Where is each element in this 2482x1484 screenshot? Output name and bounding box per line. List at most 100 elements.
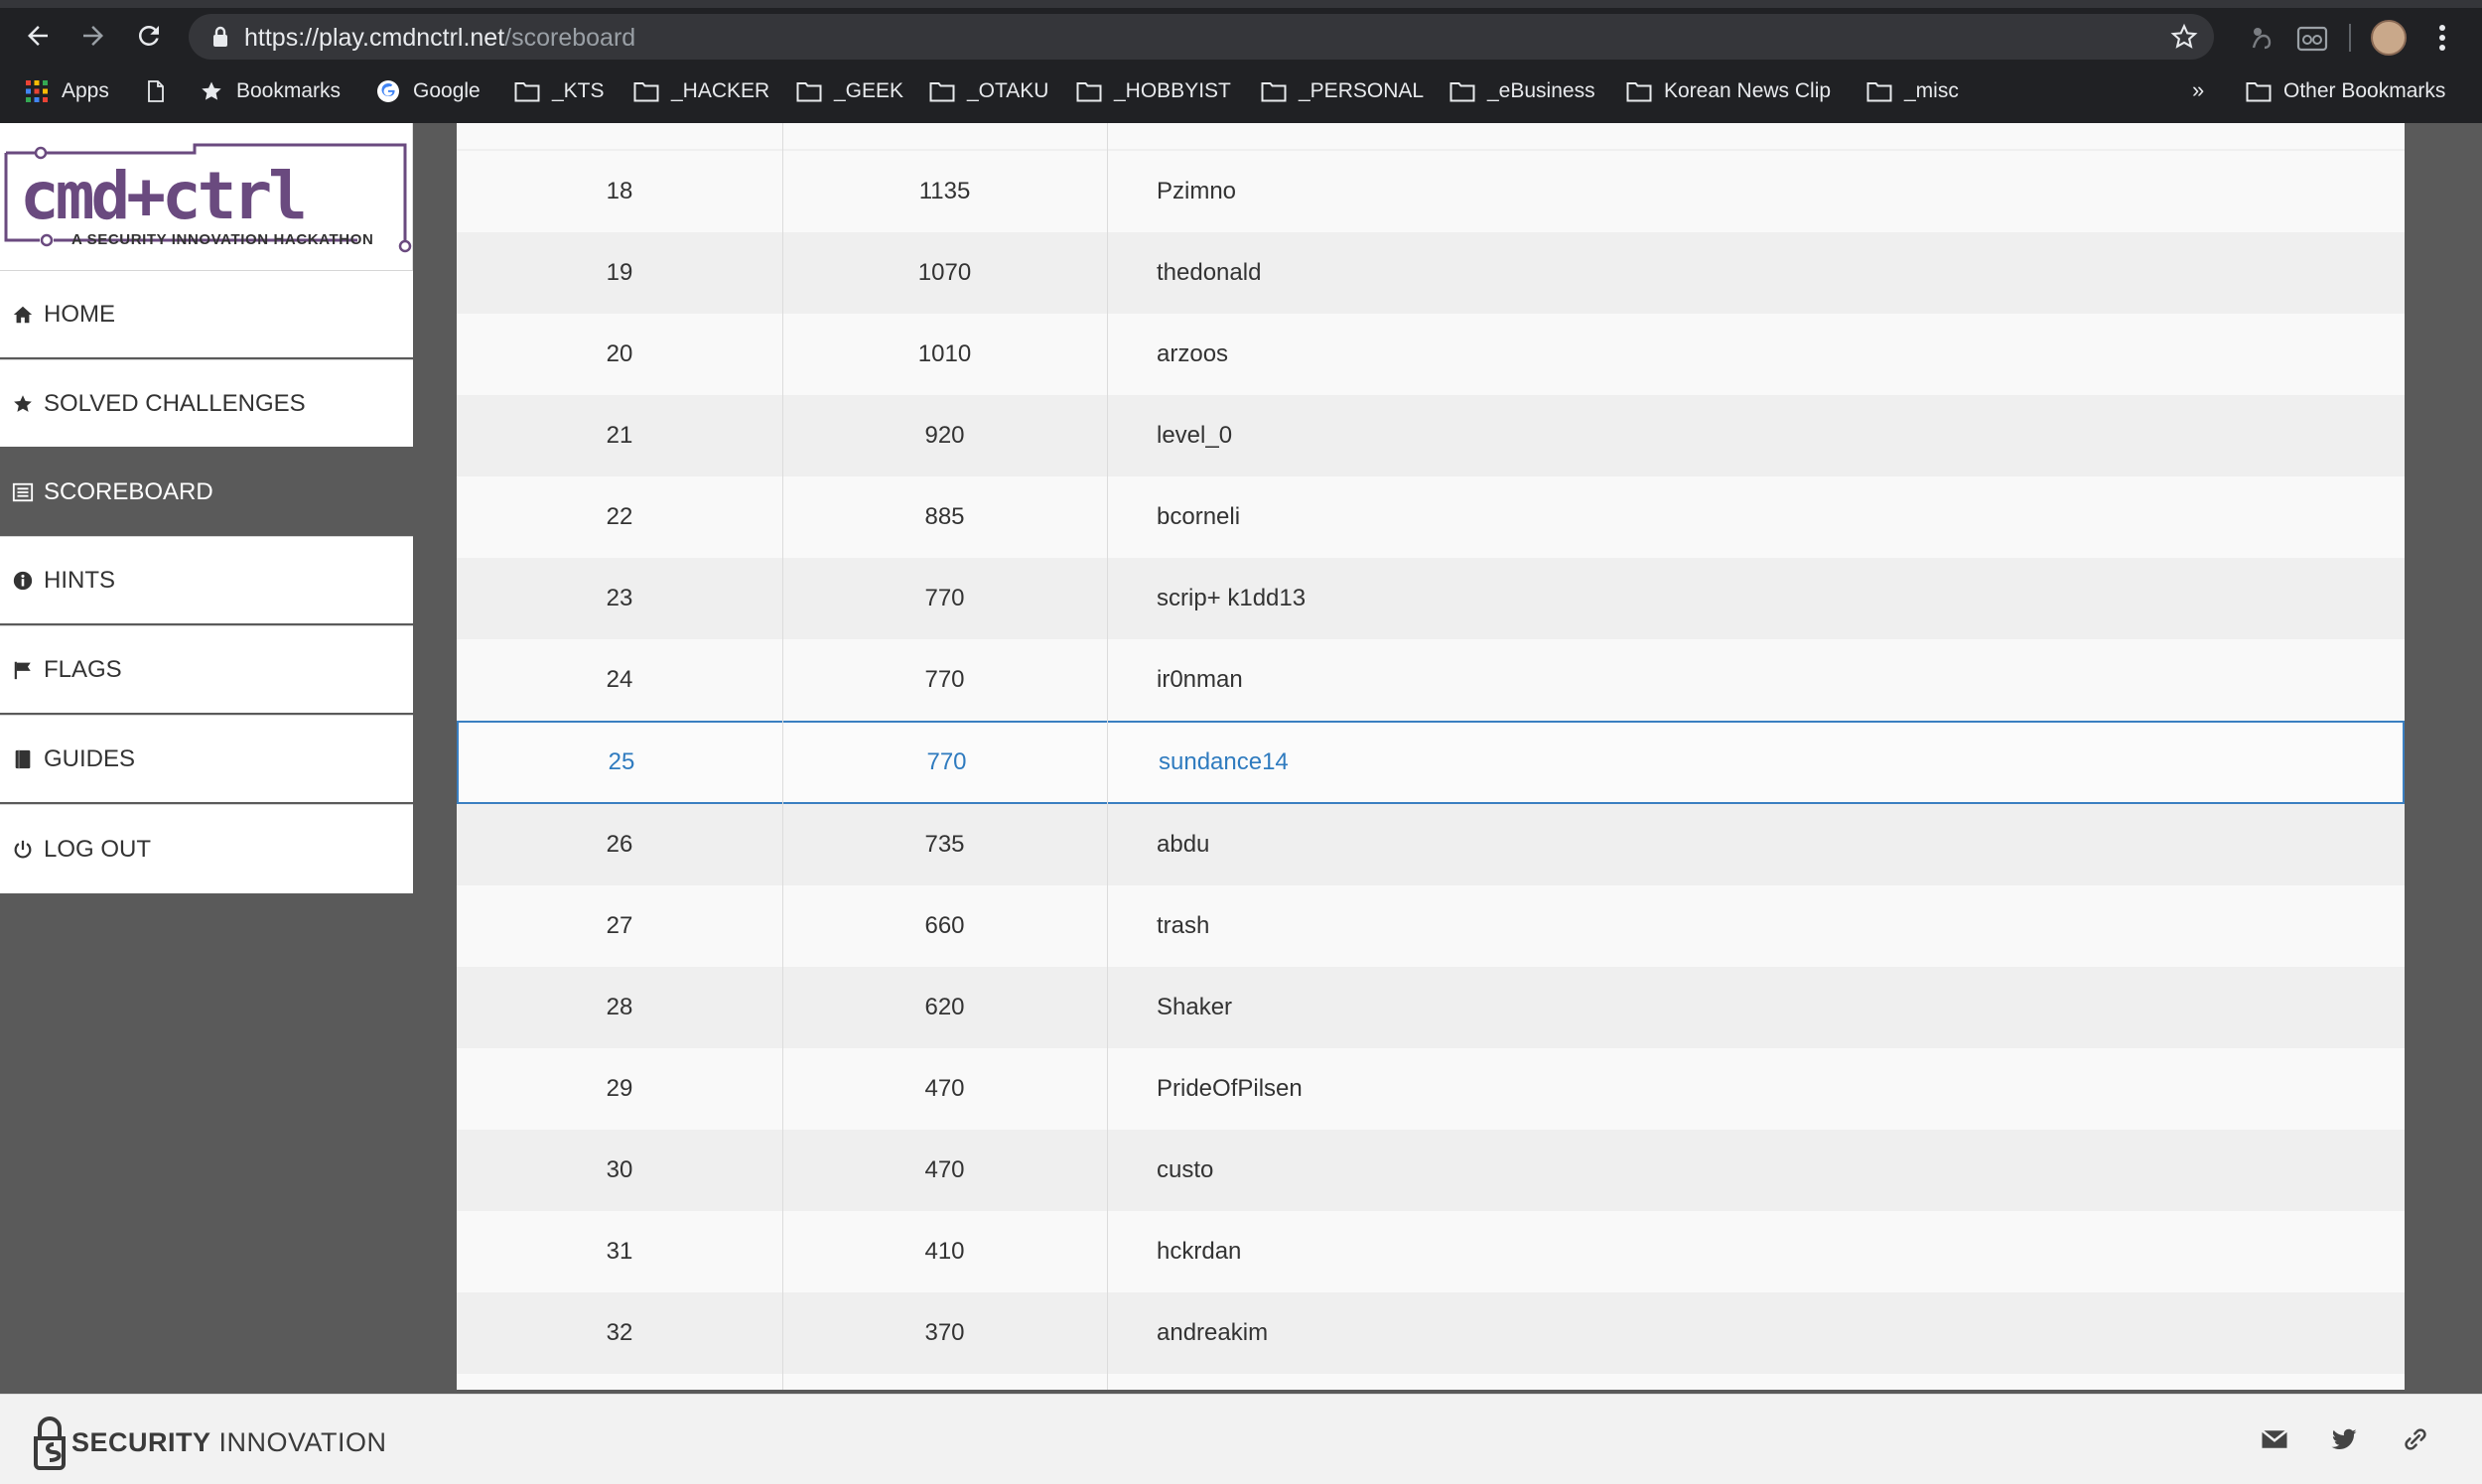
rank-cell: 30 — [606, 1156, 633, 1183]
score-cell: 660 — [924, 912, 965, 939]
bookmark-label: _misc — [1904, 79, 1959, 102]
rank-cell: 28 — [606, 994, 633, 1020]
bookmark-label: _OTAKU — [967, 79, 1049, 102]
table-row[interactable]: 31 410 hckrdan — [457, 1211, 2405, 1292]
bookmark-folder-otaku[interactable]: _OTAKU — [929, 73, 1048, 109]
table-row-current-user[interactable]: 25 770 sundance14 — [457, 721, 2405, 804]
table-row[interactable]: 19 1070 thedonald — [457, 232, 2405, 314]
bookmark-folder-personal[interactable]: _PERSONAL — [1261, 73, 1424, 109]
sidebar-item-guides[interactable]: GUIDES — [0, 715, 413, 802]
bookmark-label: _PERSONAL — [1299, 79, 1425, 102]
rank-cell: 21 — [606, 422, 633, 449]
home-icon — [13, 306, 33, 323]
address-bar[interactable]: https://play.cmdnctrl.net/scoreboard — [189, 14, 2214, 60]
sidebar-item-label: LOG OUT — [44, 835, 152, 863]
profile-avatar[interactable] — [2371, 20, 2407, 56]
bookmark-folder-korean-news-clip[interactable]: Korean News Clip — [1626, 73, 1831, 109]
table-row[interactable]: 28 620 Shaker — [457, 967, 2405, 1048]
table-row[interactable]: 24 770 ir0nman — [457, 639, 2405, 721]
sidebar-item-solved-challenges[interactable]: SOLVED CHALLENGES — [0, 359, 413, 447]
flag-icon — [14, 661, 31, 679]
twitter-icon[interactable] — [2329, 1424, 2359, 1454]
sidebar-item-hints[interactable]: HINTS — [0, 536, 413, 623]
bookmark-folder-hacker[interactable]: _HACKER — [633, 73, 769, 109]
sidebar-item-home[interactable]: HOME — [0, 270, 413, 357]
info-icon — [13, 571, 33, 590]
bookmark-folder-hobbyist[interactable]: _HOBBYIST — [1076, 73, 1231, 109]
table-row[interactable]: 32 370 andreakim — [457, 1292, 2405, 1374]
table-row[interactable]: 29 470 PrideOfPilsen — [457, 1048, 2405, 1130]
score-cell: 920 — [924, 422, 965, 449]
reload-button[interactable] — [129, 16, 169, 56]
extension-icon[interactable] — [2246, 22, 2279, 56]
player-name-cell: level_0 — [1157, 422, 1233, 449]
bookmark-label: _HOBBYIST — [1114, 79, 1231, 102]
score-cell: 370 — [924, 1319, 965, 1346]
score-cell: 410 — [924, 1238, 965, 1265]
sidebar-item-scoreboard[interactable]: SCOREBOARD — [0, 449, 413, 536]
mail-icon[interactable] — [2260, 1424, 2289, 1454]
score-cell: 470 — [924, 1156, 965, 1183]
folder-icon — [1261, 82, 1287, 102]
bookmark-folder-ebusiness[interactable]: _eBusiness — [1449, 73, 1595, 109]
link-icon[interactable] — [2401, 1424, 2430, 1454]
logo-tagline: A SECURITY INNOVATION HACKATHON — [71, 231, 373, 248]
bookmark-label: _HACKER — [671, 79, 770, 102]
bookmark-folder-geek[interactable]: _GEEK — [796, 73, 903, 109]
reload-icon — [138, 25, 159, 46]
rank-cell: 20 — [606, 340, 633, 367]
bookmark-google[interactable]: Google — [375, 73, 481, 109]
player-name-cell: Shaker — [1157, 994, 1233, 1020]
table-row[interactable]: 30 470 custo — [457, 1130, 2405, 1211]
sidebar-item-flags[interactable]: FLAGS — [0, 625, 413, 713]
back-button[interactable] — [18, 16, 58, 56]
table-row[interactable]: 22 885 bcorneli — [457, 476, 2405, 558]
folder-icon — [1626, 82, 1652, 102]
forward-button[interactable] — [73, 16, 113, 56]
table-row-partial — [457, 1374, 2405, 1390]
sidebar-item-log-out[interactable]: LOG OUT — [0, 804, 413, 893]
folder-icon — [929, 82, 955, 102]
bookmark-label: Bookmarks — [236, 79, 342, 102]
rank-cell: 27 — [606, 912, 633, 939]
player-name-cell: custo — [1157, 1156, 1214, 1183]
player-name-cell: scrip+ k1dd13 — [1157, 585, 1307, 611]
score-cell: 885 — [924, 503, 965, 530]
bookmark-folder-kts[interactable]: _KTS — [514, 73, 605, 109]
cmd-ctrl-logo: cmd+ctrl A SECURITY INNOVATION HACKATHON — [4, 143, 412, 253]
logo[interactable]: cmd+ctrl A SECURITY INNOVATION HACKATHON — [0, 123, 413, 270]
table-row[interactable]: 20 1010 arzoos — [457, 314, 2405, 395]
table-row-partial — [457, 123, 2405, 149]
page-content: cmd+ctrl A SECURITY INNOVATION HACKATHON… — [0, 123, 2482, 1394]
url-text: https://play.cmdnctrl.net/scoreboard — [244, 24, 635, 53]
rank-cell: 31 — [606, 1238, 633, 1265]
book-icon — [15, 749, 31, 768]
bookmark-folder-misc[interactable]: _misc — [1866, 73, 1959, 109]
column-divider — [1107, 123, 1108, 1390]
toolbar-divider — [2349, 24, 2351, 52]
other-bookmarks[interactable]: Other Bookmarks — [2246, 73, 2445, 109]
bookmark-label: Google — [413, 79, 481, 102]
logo-wordmark: cmd+ctrl — [20, 158, 304, 234]
reader-extension-icon[interactable] — [2295, 22, 2329, 56]
bookmarks-overflow-button[interactable]: » — [2192, 77, 2204, 103]
score-cell: 770 — [924, 585, 965, 611]
table-row[interactable]: 27 660 trash — [457, 885, 2405, 967]
bookmark-page[interactable] — [143, 73, 181, 109]
rank-cell: 26 — [606, 831, 633, 858]
bookmark-star-icon[interactable] — [2170, 23, 2198, 51]
table-row[interactable]: 23 770 scrip+ k1dd13 — [457, 558, 2405, 639]
table-row[interactable]: 26 735 abdu — [457, 804, 2405, 885]
security-innovation-logo[interactable]: SECURITY INNOVATION — [28, 1415, 387, 1470]
bookmark-bookmarks[interactable]: Bookmarks — [199, 73, 341, 109]
sidebar-item-label: GUIDES — [44, 744, 136, 772]
sidebar-item-label: SCOREBOARD — [44, 478, 213, 505]
arrow-left-icon — [28, 26, 48, 46]
table-row[interactable]: 18 1135 Pzimno — [457, 151, 2405, 232]
star-icon — [14, 394, 32, 412]
table-row[interactable]: 21 920 level_0 — [457, 395, 2405, 476]
bookmark-apps[interactable]: Apps — [24, 73, 109, 109]
rank-cell: 32 — [606, 1319, 633, 1346]
more-menu-icon[interactable] — [2434, 20, 2450, 56]
browser-toolbar: https://play.cmdnctrl.net/scoreboard — [0, 8, 2482, 64]
